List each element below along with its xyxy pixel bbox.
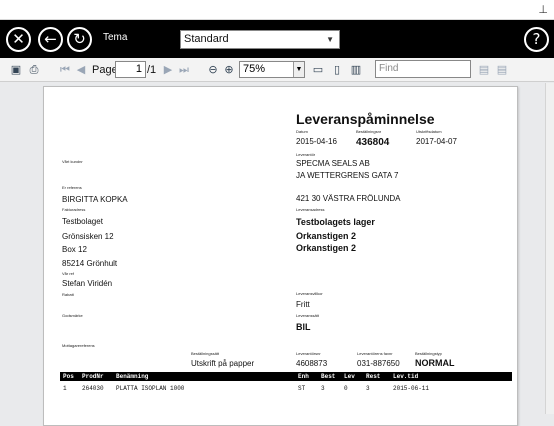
back-arrow-icon: ← — [44, 30, 57, 48]
faktura-line-1: Testbolaget — [62, 217, 103, 226]
rabatt-label: Rabatt — [62, 292, 74, 297]
row-enh: ST — [298, 385, 306, 392]
refresh-button[interactable]: ↻ — [67, 27, 92, 52]
leveransvillkor-label: Leveransvillkor — [296, 291, 323, 296]
godsmarke-label: Godsmärke — [62, 313, 83, 318]
leveransadress-line-3: Orkanstigen 2 — [296, 243, 357, 253]
leveransadress-label: Leveransadress — [296, 207, 325, 212]
first-page-icon[interactable]: ⏮ — [57, 62, 73, 78]
leveranssatt-label: Leveranssätt — [296, 313, 319, 318]
next-page-icon[interactable]: ▶ — [160, 62, 176, 78]
document-title: Leveranspåminnelse — [296, 111, 435, 127]
chevron-down-icon: ▼ — [293, 62, 304, 77]
faxnr-value: 031-887650 — [357, 359, 400, 368]
window-titlebar: ⊥ — [0, 0, 554, 20]
bestsatt-label: Beställningssätt — [191, 351, 220, 356]
bestnr-value: 436804 — [356, 137, 390, 148]
faktura-line-2: Grönsisken 12 — [62, 232, 114, 241]
besttyp-label: Beställningstyp — [415, 351, 442, 356]
chevron-down-icon: ▼ — [326, 35, 334, 44]
page-total: /1 — [147, 64, 157, 76]
besttyp-value: NORMAL — [415, 358, 455, 368]
tema-dropdown[interactable]: Standard ▼ — [180, 30, 340, 49]
single-page-icon[interactable]: ▯ — [329, 62, 345, 78]
report-toolbar: ▣ ⎙ ⏮ ◀ Page 1 /1 ▶ ⏭ ⊖ ⊕ 75% ▼ ▭ ▯ ▥ Fi… — [0, 58, 554, 82]
faktura-line-4: 85214 Grönhult — [62, 259, 118, 268]
utskrift-value: 2017-04-07 — [416, 137, 457, 146]
refresh-icon: ↻ — [73, 30, 86, 48]
help-icon: ? — [532, 30, 541, 48]
col-lev: Lev — [344, 373, 355, 380]
zoom-in-icon[interactable]: ⊕ — [221, 62, 237, 78]
leveransadress-line-1: Testbolagets lager — [296, 217, 375, 227]
save-icon[interactable]: ▣ — [8, 62, 24, 78]
find-next-icon[interactable]: ▤ — [476, 62, 492, 78]
col-levtid: Lev.tid — [393, 373, 419, 380]
row-pos: 1 — [63, 385, 67, 392]
row-benamning: PLATTA ISOPLAN 1000 — [116, 385, 185, 392]
close-button[interactable]: ✕ — [6, 27, 31, 52]
mottagare-label: Mottagarereferens — [62, 343, 95, 348]
var-ref-label: Vår ref — [62, 271, 75, 276]
zoom-value: 75% — [243, 63, 266, 75]
bestsatt-value: Utskrift på papper — [191, 359, 255, 368]
bestnr-label: Beställningsnr — [356, 129, 382, 134]
row-levtid: 2015-06-11 — [393, 385, 430, 392]
help-button[interactable]: ? — [524, 27, 549, 52]
tema-value: Standard — [184, 33, 229, 45]
page-number-input[interactable]: 1 — [115, 61, 146, 78]
row-rest: 3 — [366, 385, 370, 392]
items-table-header: Pos ProdNr Benämning Enh Best Lev Rest L… — [60, 372, 512, 381]
datum-value: 2015-04-16 — [296, 137, 337, 146]
col-pos: Pos — [63, 373, 74, 380]
multi-page-icon[interactable]: ▥ — [348, 62, 364, 78]
faktura-label: Fakturadress — [62, 207, 86, 212]
vertical-scrollbar[interactable] — [545, 83, 554, 414]
datum-label: Datum — [296, 129, 308, 134]
row-lev: 0 — [344, 385, 348, 392]
leverantorsnr-label: Leverantörsnr — [296, 351, 321, 356]
find-input[interactable]: Find — [375, 60, 471, 78]
leverantor-label: Leverantör — [296, 152, 316, 157]
col-best: Best — [321, 373, 336, 380]
leveranssatt-value: BIL — [296, 322, 311, 332]
leverantor-city: 421 30 VÄSTRA FRÖLUNDA — [296, 194, 401, 203]
back-button[interactable]: ← — [38, 27, 63, 52]
leverantor-street: JA WETTERGRENS GATA 7 — [296, 171, 399, 180]
col-enh: Enh — [298, 373, 309, 380]
zoom-out-icon[interactable]: ⊖ — [205, 62, 221, 78]
find-previous-icon[interactable]: ▤ — [494, 62, 510, 78]
tema-label: Tema — [103, 32, 128, 43]
var-ref-value: Stefan Viridén — [62, 279, 113, 288]
row-prodnr: 264030 — [82, 385, 104, 392]
utskrift-label: Utskriftsdatum — [416, 129, 442, 134]
report-page: Leveranspåminnelse Datum 2015-04-16 Best… — [43, 86, 518, 426]
close-icon: ✕ — [12, 30, 25, 48]
leveransadress-line-2: Orkanstigen 2 — [296, 231, 357, 241]
col-benamning: Benämning — [116, 373, 149, 380]
last-page-icon[interactable]: ⏭ — [176, 62, 192, 78]
leverantorsnr-value: 4608873 — [296, 359, 328, 368]
col-rest: Rest — [366, 373, 381, 380]
row-best: 3 — [321, 385, 325, 392]
app-bar: ✕ ← ↻ Tema Standard ▼ ? — [0, 20, 554, 58]
faktura-line-3: Box 12 — [62, 245, 87, 254]
kundnr-label: Vårt kundnr — [62, 159, 83, 164]
leveransvillkor-value: Fritt — [296, 300, 310, 309]
zoom-dropdown[interactable]: 75% ▼ — [239, 61, 305, 78]
er-referens-label: Er referens — [62, 185, 82, 190]
leverantor-name: SPECMA SEALS AB — [296, 159, 370, 168]
faxnr-label: Leverantörens faxnr — [357, 351, 393, 356]
page-label: Page — [92, 64, 118, 76]
pin-icon[interactable]: ⊥ — [538, 3, 548, 16]
previous-page-icon[interactable]: ◀ — [73, 62, 89, 78]
print-icon[interactable]: ⎙ — [26, 62, 42, 78]
er-referens-value: BIRGITTA KOPKA — [62, 195, 128, 204]
col-prodnr: ProdNr — [82, 373, 104, 380]
page-width-icon[interactable]: ▭ — [310, 62, 326, 78]
